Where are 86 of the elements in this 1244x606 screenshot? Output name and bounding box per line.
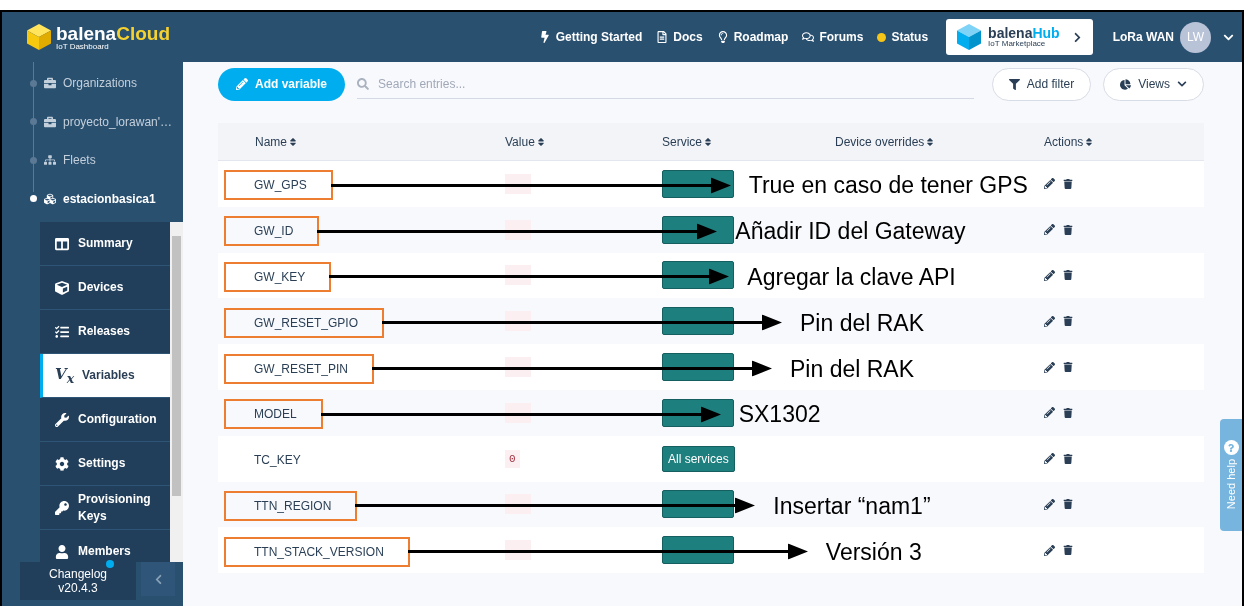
column-header[interactable]: Service [662,134,835,149]
trash-icon[interactable] [1063,499,1073,510]
edit-icon[interactable] [1044,361,1055,373]
annotation-text: Pin del RAK [800,309,925,337]
annotation-text: Pin del RAK [790,355,915,383]
edit-icon[interactable] [1044,270,1055,281]
hub-link[interactable]: balenaHub IoT Marketplace [946,19,1093,55]
checklist-icon [55,324,69,339]
value-chip [505,219,531,240]
chat-icon [802,31,815,43]
search-field[interactable]: Search entries... [376,75,974,92]
sort-icon[interactable] [288,136,298,147]
user-icon [55,544,69,559]
trash-icon[interactable] [1063,270,1073,281]
views-button[interactable]: Views [1103,67,1204,101]
logo-icon [26,23,52,51]
annotation-text: True en caso de tener GPS [748,171,1028,199]
notification-dot [106,560,114,568]
brand-name: balenaCloud [56,23,171,43]
annotation-text: Insertar “nam1” [773,492,931,520]
edit-icon[interactable] [1044,407,1055,419]
document-icon [656,31,669,43]
top-link[interactable]: Status [877,30,929,44]
column-header[interactable]: Device overrides [835,134,1044,149]
edit-icon[interactable] [1044,315,1055,327]
trash-icon[interactable] [1063,178,1073,189]
sort-icon[interactable] [925,136,936,147]
brand-subtitle: IoT Dashboard [56,42,110,51]
edit-icon[interactable] [1044,178,1055,190]
top-link[interactable]: Forums [802,30,864,44]
search-icon [357,77,370,90]
key-icon [55,500,69,515]
edit-icon[interactable] [1044,498,1055,510]
add-filter-button[interactable]: Add filter [991,67,1092,101]
annotation-text: SX1302 [738,400,821,428]
service-tag: All services [662,445,735,472]
trash-icon[interactable] [1063,407,1073,418]
cubes-icon [44,192,56,205]
variable-name: TC_KEY [253,452,302,470]
trash-icon[interactable] [1063,224,1073,235]
trash-icon[interactable] [1063,545,1073,556]
briefcase-icon [44,115,56,128]
gear-icon [55,456,69,471]
changelog-button[interactable]: Changelog v20.4.3 [20,562,136,600]
breadcrumb-item[interactable]: estacionbasica1 [20,179,183,218]
value-chip [505,402,531,423]
sort-icon[interactable] [535,136,546,147]
wrench-icon [55,412,69,427]
sort-icon[interactable] [703,136,713,147]
column-header[interactable]: Value [505,134,662,149]
column-header[interactable]: Name [224,134,505,149]
breadcrumb-item[interactable]: Fleets [20,141,183,180]
sort-icon[interactable] [1084,136,1095,147]
edit-icon[interactable] [1044,224,1055,236]
pie-chart-icon [1120,78,1132,90]
briefcase-icon [44,77,56,90]
annotation-text: Versión 3 [825,538,922,566]
trash-icon[interactable] [1063,453,1073,464]
lightbulb-icon [716,31,729,43]
annotation-text: Añadir ID del Gateway [735,217,966,245]
columns-icon [55,236,69,251]
hierarchy-icon [44,154,56,167]
pencil-icon [236,78,248,90]
value-chip [505,173,531,194]
annotation-text: Agregar la clave API [747,263,956,291]
breadcrumb-item[interactable]: proyecto_lorawan'… [20,102,183,141]
question-icon [1227,443,1235,452]
top-link[interactable]: Roadmap [716,30,789,44]
trash-icon[interactable] [1063,316,1073,327]
bullet-dot [30,195,37,203]
user-name[interactable]: LoRa WAN [1112,30,1174,44]
filter-icon [1008,78,1020,90]
breadcrumb-item[interactable]: Organizations [20,64,183,103]
cube-icon [956,23,983,51]
top-link[interactable]: Docs [656,30,703,44]
scrollbar[interactable] [170,222,183,562]
variable-value: 0 [505,449,520,468]
top-link[interactable]: Getting Started [538,30,643,44]
bolt-icon [538,31,551,43]
chevron-down-icon [1177,79,1187,89]
trash-icon[interactable] [1063,362,1073,373]
cube-icon [55,280,69,295]
edit-icon[interactable] [1044,544,1055,556]
column-header[interactable]: Actions [1044,134,1204,149]
nav-item[interactable]: V$_{x}$ Variables [40,354,170,398]
edit-icon[interactable] [1044,453,1055,465]
